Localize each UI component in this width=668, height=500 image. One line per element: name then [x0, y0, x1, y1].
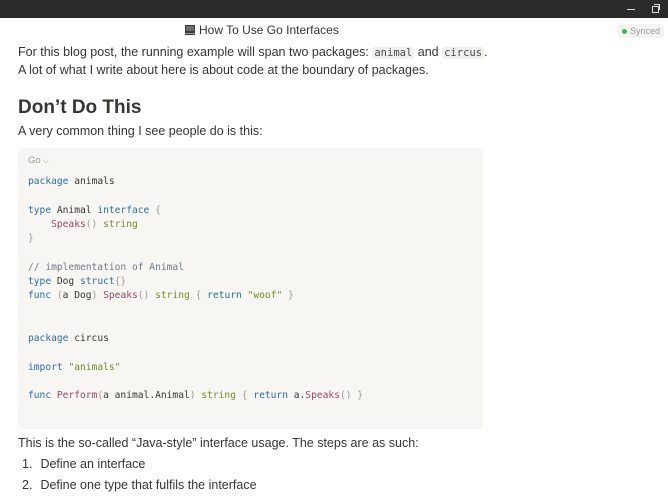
code-line: } — [28, 233, 34, 245]
code-line: // implementation of Animal — [28, 261, 184, 273]
section-heading: Don’t Do This — [18, 97, 142, 118]
list-item-text: Define one type that fulfils the interfa… — [40, 478, 257, 492]
code-line: type Dog struct{} — [28, 276, 127, 288]
code-language-label: Go — [28, 155, 41, 166]
code-line: import "animals" — [28, 361, 121, 373]
inline-code-circus: circus — [442, 47, 485, 59]
code-line: type Animal interface { — [28, 204, 161, 216]
list-item: 1. Define an interface — [22, 457, 257, 478]
code-line: Speaks() string — [51, 218, 138, 230]
document-title[interactable]: How To Use Go Interfaces — [185, 23, 339, 37]
list-number: 1. — [22, 457, 33, 471]
steps-list: 1. Define an interface 2. Define one type … — [22, 457, 257, 499]
document-title-text: How To Use Go Interfaces — [199, 23, 339, 37]
synced-dot-icon — [622, 28, 627, 34]
code-line: func (a Dog) Speaks() string { return "w… — [28, 290, 294, 302]
after-code-paragraph: This is the so-called “Java-style” inter… — [18, 436, 419, 450]
sync-status-text: Synced — [630, 26, 661, 36]
window-topbar — [0, 0, 668, 18]
code-content[interactable]: package animals type Animal interface { … — [28, 175, 363, 404]
intro-text-2: and — [414, 45, 443, 59]
list-item-text: Define an interface — [40, 457, 146, 471]
code-language-selector[interactable]: Go ⌵ — [28, 155, 49, 166]
intro-text-1: For this blog post, the running example … — [18, 45, 373, 59]
page-icon — [185, 25, 195, 35]
window-minimize-icon[interactable] — [620, 0, 642, 18]
code-line: package circus — [28, 333, 109, 345]
sync-status-badge: Synced — [618, 24, 664, 38]
intro-paragraph: For this blog post, the running example … — [18, 44, 488, 79]
inline-code-animal: animal — [372, 47, 415, 59]
lead-paragraph: A very common thing I see people do is t… — [18, 124, 263, 138]
code-line: package animals — [28, 176, 115, 187]
intro-paragraph-wrap: For this blog post, the running example … — [18, 44, 488, 79]
list-number: 2. — [22, 478, 33, 492]
code-block[interactable]: Go ⌵ package animals type Animal interfa… — [18, 148, 483, 429]
code-line: func Perform(a animal.Animal) string { r… — [28, 390, 364, 402]
document-titlebar: How To Use Go Interfaces Synced — [0, 18, 668, 44]
window-maximize-icon[interactable] — [644, 0, 666, 18]
list-item: 2. Define one type that fulfils the inter… — [22, 478, 257, 499]
chevron-down-icon: ⌵ — [42, 155, 49, 165]
